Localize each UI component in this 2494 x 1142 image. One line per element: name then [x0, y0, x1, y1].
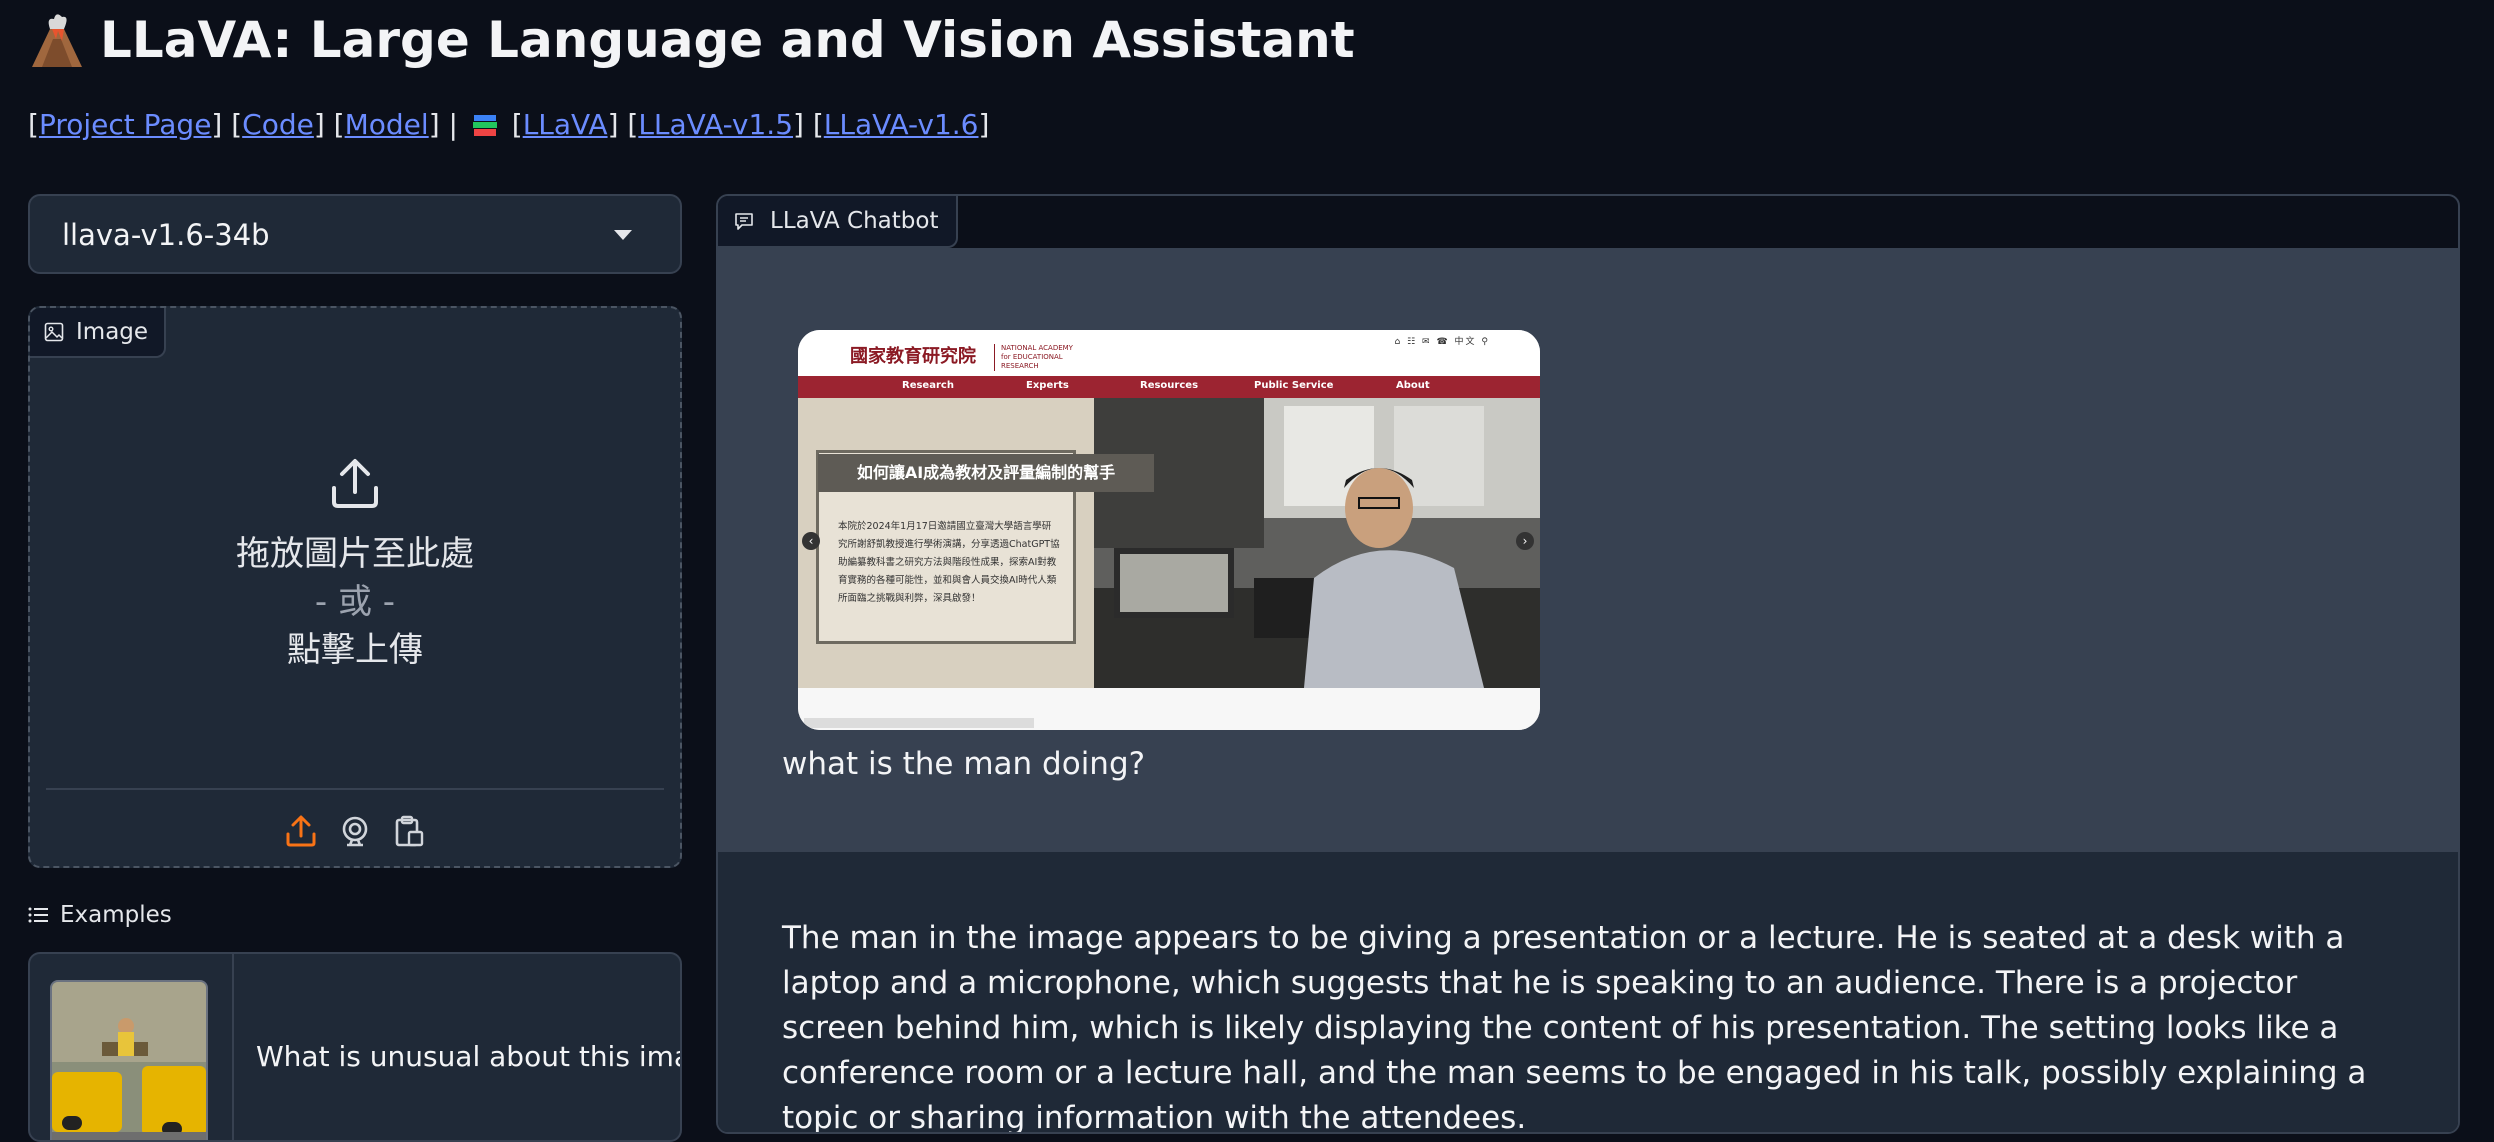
website-header: 國家教育研究院 NATIONAL ACADEMY for EDUCATIONAL… — [798, 330, 1540, 376]
hero-photo — [1094, 398, 1540, 688]
user-message-text: what is the man doing? — [782, 746, 1146, 782]
carousel-prev-icon: ‹ — [802, 532, 820, 550]
hero-card-text: 本院於2024年1月17日邀請國立臺灣大學語言學研究所謝舒凱教授進行學術演講，分… — [838, 521, 1060, 604]
website-nav: Research Experts Resources Public Servic… — [798, 376, 1540, 398]
llava-v15-link[interactable]: LLaVA-v1.5 — [638, 108, 793, 141]
resource-links: [Project Page] [Code] [Model] | [LLaVA] … — [28, 108, 990, 141]
chevron-down-icon — [614, 230, 632, 240]
clipboard-icon[interactable] — [392, 814, 426, 848]
website-hero: 如何讓AI成為教材及評量編制的幫手 本院於2024年1月17日邀請國立臺灣大學語… — [798, 398, 1540, 688]
site-tools: ⌂ ☷ ✉ ☎ 中文 ⚲ — [1394, 337, 1490, 347]
example-question[interactable]: What is unusual about this image? — [256, 1040, 680, 1073]
site-nav-item: Experts — [1026, 380, 1069, 391]
page-title-text: LLaVA: Large Language and Vision Assista… — [100, 11, 1355, 69]
list-icon — [28, 907, 48, 923]
examples-table: What is unusual about this image? — [28, 952, 682, 1142]
carousel-next-icon: › — [1516, 532, 1534, 550]
or-text: - 或 - — [314, 582, 396, 622]
click-upload-text: 點擊上傳 — [287, 630, 423, 670]
drop-image-text: 拖放圖片至此處 — [236, 534, 474, 574]
image-panel-label: Image — [30, 308, 167, 358]
status-url-bar — [804, 718, 1034, 728]
image-upload-panel[interactable]: Image 拖放圖片至此處 - 或 - 點擊上傳 — [28, 306, 682, 868]
divider — [46, 788, 664, 790]
llava-link[interactable]: LLaVA — [523, 108, 608, 141]
image-icon — [44, 322, 64, 342]
assistant-message-text: The man in the image appears to be givin… — [782, 920, 2367, 1134]
model-selector-value: llava-v1.6-34b — [62, 218, 270, 252]
books-icon — [472, 114, 497, 136]
project-page-link[interactable]: Project Page — [39, 108, 211, 141]
webcam-icon[interactable] — [338, 814, 372, 848]
upload-source-icon[interactable] — [284, 814, 318, 848]
upload-icon — [332, 459, 378, 508]
chatbot-panel: LLaVA Chatbot 國家教育研究院 NATIONAL ACADEMY f… — [716, 194, 2460, 1134]
page-title: LLaVA: Large Language and Vision Assista… — [28, 6, 1355, 74]
chat-icon — [735, 213, 753, 230]
chatbot-label: LLaVA Chatbot — [718, 196, 959, 248]
volcano-icon — [32, 14, 82, 67]
site-logo: 國家教育研究院 — [850, 346, 976, 367]
examples-label: Examples — [28, 902, 172, 928]
site-nav-item: Resources — [1140, 380, 1199, 391]
example-thumbnail[interactable] — [50, 980, 208, 1140]
example-image — [52, 982, 206, 1140]
model-selector-dropdown[interactable]: llava-v1.6-34b — [28, 194, 682, 274]
user-uploaded-image[interactable]: 國家教育研究院 NATIONAL ACADEMY for EDUCATIONAL… — [798, 330, 1540, 730]
model-link[interactable]: Model — [345, 108, 429, 141]
example-separator — [232, 954, 234, 1140]
site-nav-item: Research — [902, 380, 954, 391]
hero-banner: 如何讓AI成為教材及評量編制的幫手 — [818, 454, 1154, 492]
site-nav-item: About — [1396, 380, 1430, 391]
links-separator: | — [448, 108, 458, 141]
site-logo-subtitle: NATIONAL ACADEMY for EDUCATIONAL RESEARC… — [994, 344, 1081, 371]
website-footer — [798, 688, 1540, 730]
llava-v16-link[interactable]: LLaVA-v1.6 — [824, 108, 979, 141]
lecture-photo — [1094, 398, 1540, 688]
code-link[interactable]: Code — [242, 108, 314, 141]
site-nav-item: Public Service — [1254, 380, 1334, 391]
